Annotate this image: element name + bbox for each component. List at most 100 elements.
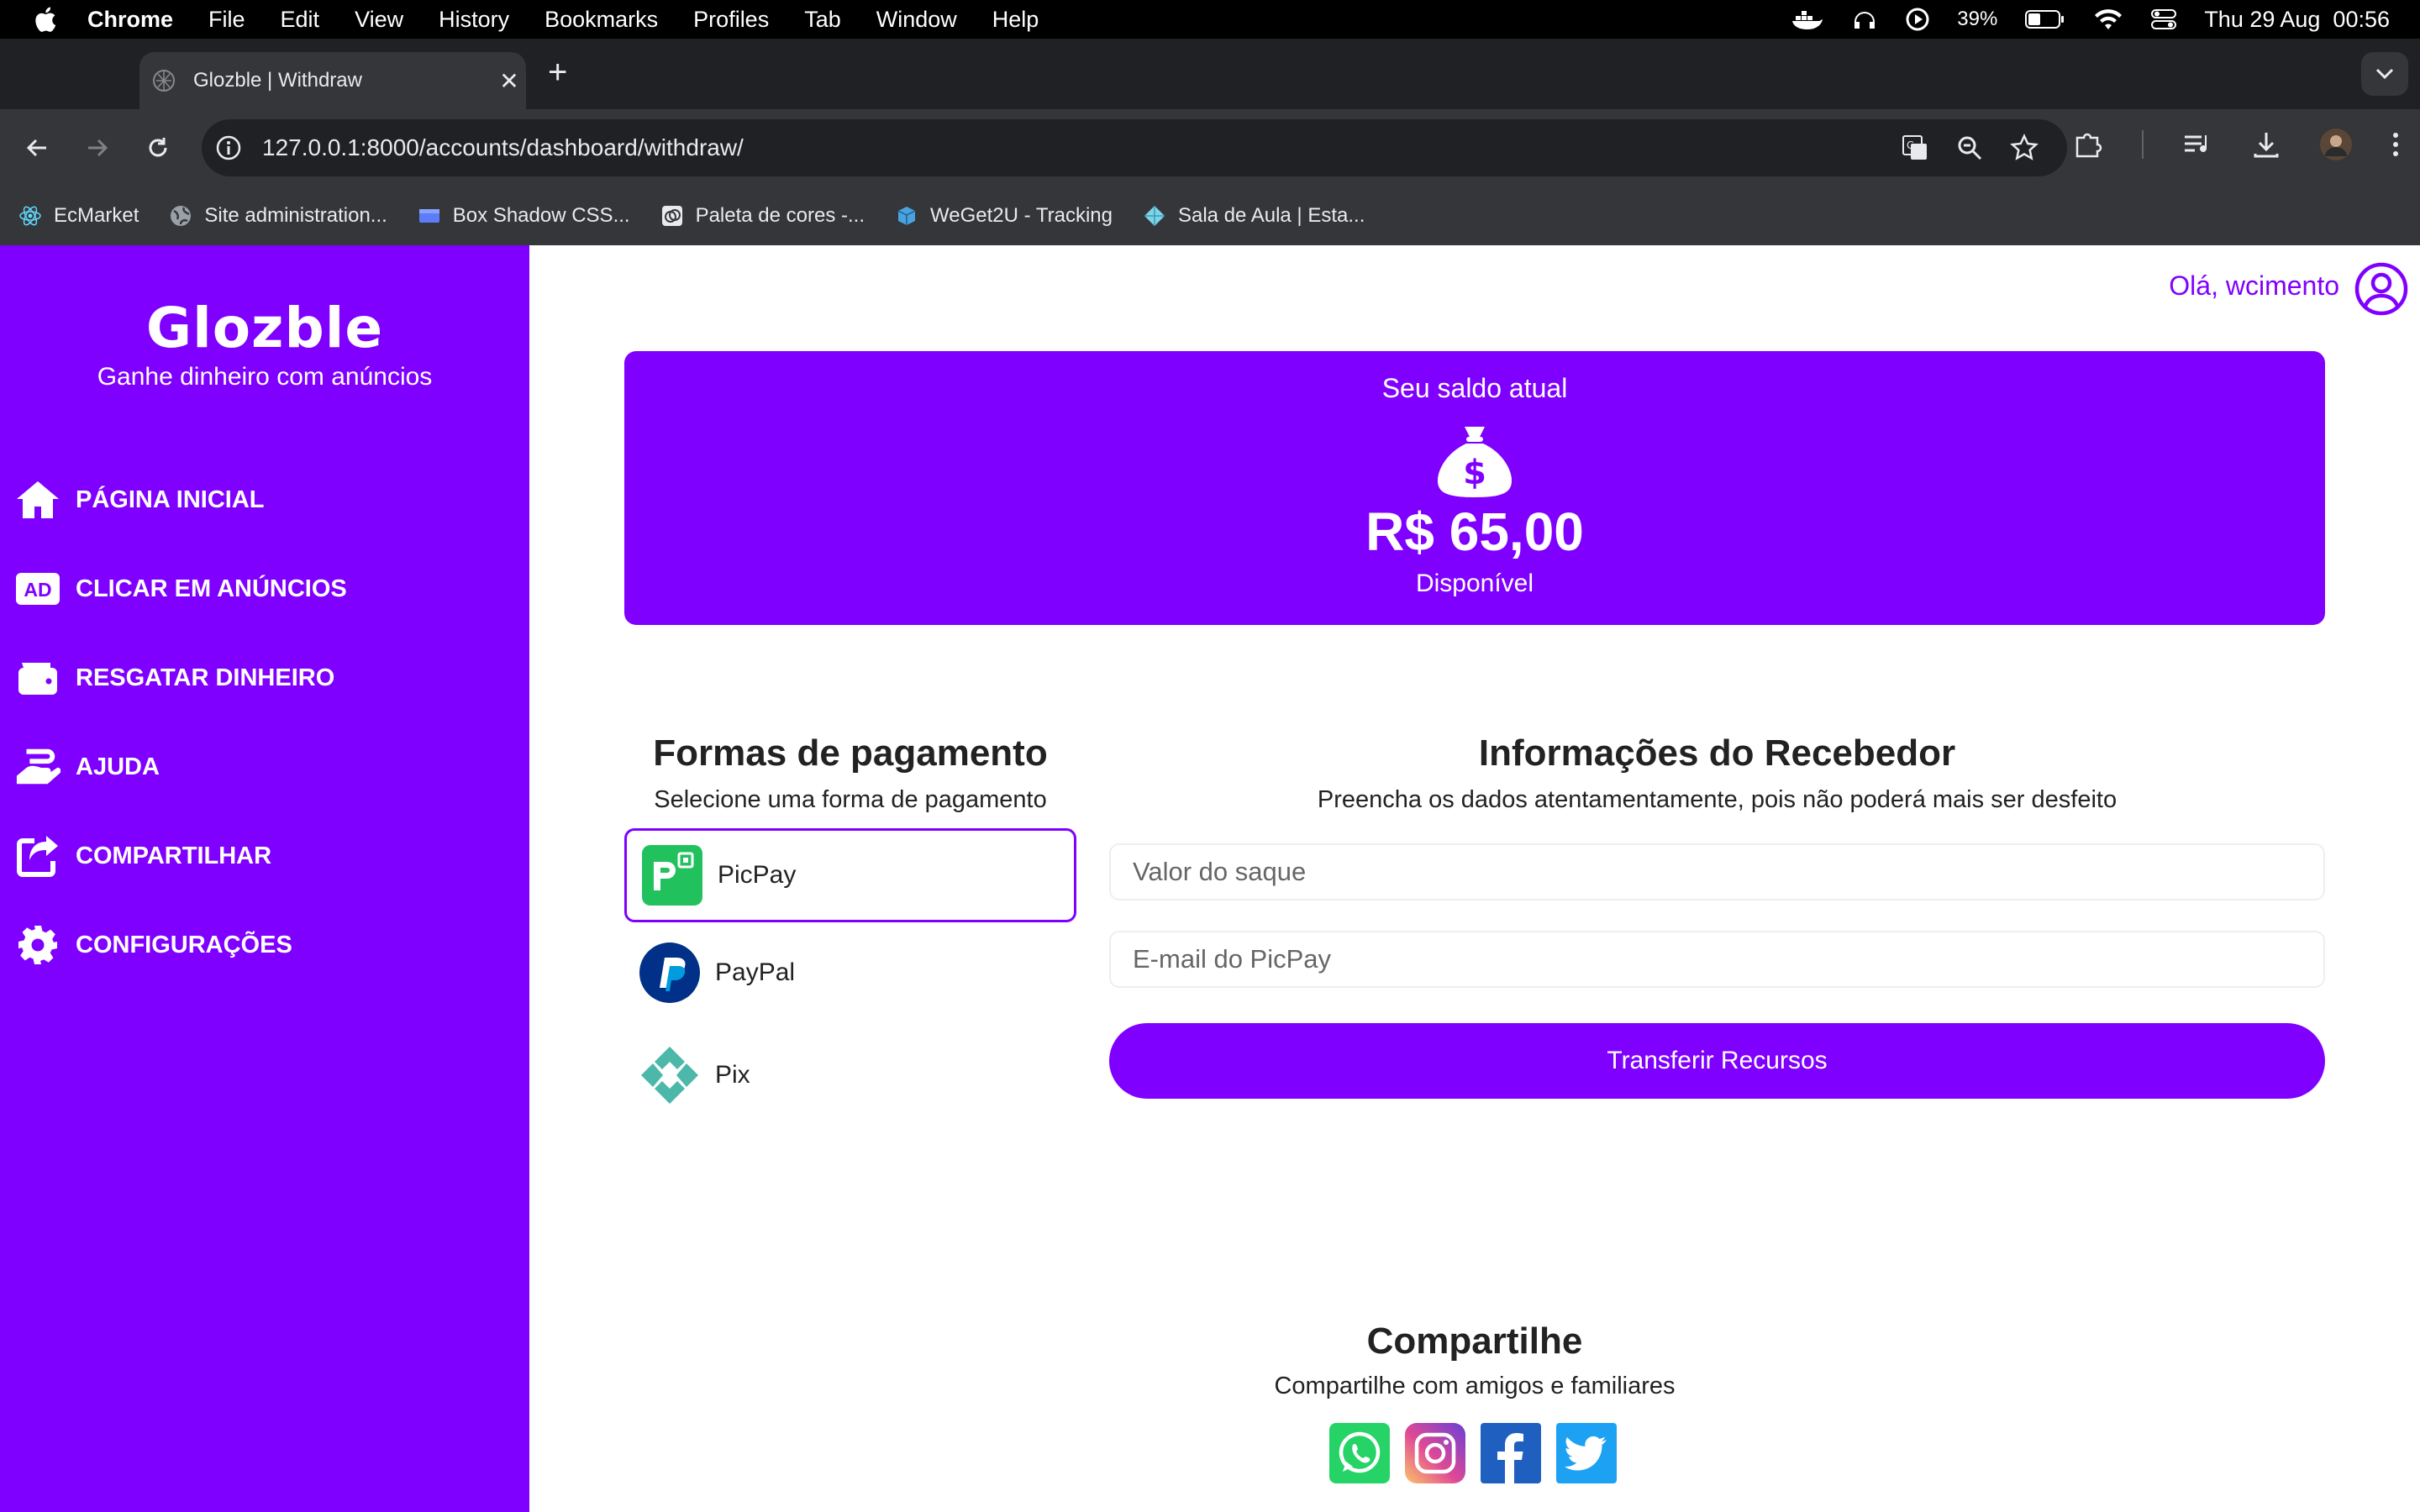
sidebar: Glozble Ganhe dinheiro com anúncios PÁGI… [0, 245, 529, 1512]
sidebar-item-label: AJUDA [76, 753, 160, 780]
arrow-right-icon [88, 139, 108, 157]
balance-status: Disponível [1415, 570, 1534, 597]
address-bar[interactable]: 127.0.0.1:8000/accounts/dashboard/withdr… [202, 119, 2067, 176]
wifi-icon[interactable] [2093, 8, 2123, 31]
extensions-icon[interactable] [2072, 129, 2102, 160]
picpay-icon [642, 845, 702, 906]
payment-option-pix[interactable]: Pix [624, 1028, 1076, 1122]
share-whatsapp-button[interactable] [1329, 1423, 1390, 1483]
bookmark-label: Site administration... [204, 204, 387, 227]
tab-search-button[interactable] [2361, 52, 2408, 96]
play-circle-icon[interactable] [1905, 7, 1930, 32]
battery-icon[interactable] [2024, 8, 2066, 30]
react-icon [19, 206, 41, 226]
reload-button[interactable] [141, 131, 175, 165]
share-instagram-button[interactable] [1405, 1423, 1465, 1483]
site-favicon-icon [153, 70, 175, 92]
battery-percent: 39% [1957, 8, 1998, 30]
new-tab-button[interactable]: + [548, 54, 567, 92]
sidebar-item-label: CLICAR EM ANÚNCIOS [76, 575, 347, 602]
sidebar-item-clicar-em-anuncios[interactable]: AD CLICAR EM ANÚNCIOS [15, 544, 347, 633]
download-icon[interactable] [2252, 130, 2281, 159]
wallet-icon [18, 663, 57, 695]
sidebar-item-label: COMPARTILHAR [76, 842, 272, 869]
bookmark-weget2u-tracking[interactable]: WeGet2U - Tracking [895, 204, 1113, 228]
chrome-menu-icon[interactable] [2391, 130, 2400, 159]
sidebar-item-ajuda[interactable]: AJUDA [15, 722, 347, 811]
toolbar-divider [2142, 130, 2144, 159]
share-facebook-button[interactable] [1481, 1423, 1541, 1483]
twitter-icon [1556, 1423, 1617, 1483]
menu-window[interactable]: Window [876, 7, 957, 33]
tab-title: Glozble | Withdraw [193, 69, 362, 92]
sidebar-item-compartilhar[interactable]: COMPARTILHAR [15, 811, 347, 900]
share-icon [17, 836, 58, 877]
menu-help[interactable]: Help [992, 7, 1039, 33]
menu-edit[interactable]: Edit [281, 7, 320, 33]
browser-tab-active[interactable]: Glozble | Withdraw ✕ [139, 52, 526, 109]
bookmark-paleta-de-cores[interactable]: Paleta de cores -... [660, 204, 865, 228]
sidebar-item-resgatar-dinheiro[interactable]: RESGATAR DINHEIRO [15, 633, 347, 722]
bookmark-label: Box Shadow CSS... [452, 204, 630, 227]
bookmark-box-shadow-css[interactable]: Box Shadow CSS... [418, 204, 630, 228]
main-content: Olá, wcimento Seu saldo atual $ R$ 65,00… [529, 245, 2420, 1512]
media-queue-icon[interactable] [2183, 132, 2213, 157]
transfer-funds-button[interactable]: Transferir Recursos [1109, 1023, 2325, 1099]
facebook-icon [1481, 1423, 1541, 1483]
menu-history[interactable]: History [439, 7, 509, 33]
menu-profiles[interactable]: Profiles [693, 7, 769, 33]
payment-option-label: Pix [715, 1061, 750, 1089]
profile-avatar-icon[interactable] [2319, 128, 2353, 161]
whatsapp-icon [1329, 1423, 1390, 1483]
site-info-icon[interactable] [215, 134, 242, 161]
tab-close-icon[interactable]: ✕ [492, 67, 526, 95]
brand-tagline: Ganhe dinheiro com anúncios [97, 363, 433, 391]
payment-option-paypal[interactable]: PayPal [624, 926, 1076, 1020]
bookmark-label: EcMarket [54, 204, 139, 227]
menu-bookmarks[interactable]: Bookmarks [544, 7, 658, 33]
payment-methods-title: Formas de pagamento [653, 732, 1048, 774]
globe-icon [171, 206, 192, 226]
bookmark-sala-de-aula[interactable]: Sala de Aula | Esta... [1143, 204, 1365, 228]
receiver-info-title: Informações do Recebedor [1478, 732, 1956, 774]
sidebar-item-pagina-inicial[interactable]: PÁGINA INICIAL [15, 455, 347, 544]
menu-app-name[interactable]: Chrome [87, 7, 173, 33]
withdraw-amount-input[interactable] [1109, 843, 2325, 900]
control-center-icon[interactable] [2150, 8, 2177, 31]
sidebar-nav: PÁGINA INICIAL AD CLICAR EM ANÚNCIOS RES… [15, 455, 347, 990]
sidebar-item-configuracoes[interactable]: CONFIGURAÇÕES [15, 900, 347, 990]
menu-tab[interactable]: Tab [804, 7, 841, 33]
back-button[interactable] [20, 131, 54, 165]
zoom-icon[interactable] [1956, 134, 1983, 161]
user-avatar-icon[interactable] [2354, 262, 2408, 316]
share-twitter-button[interactable] [1556, 1423, 1617, 1483]
balance-amount: R$ 65,00 [1365, 501, 1584, 562]
bookmark-star-icon[interactable] [2010, 134, 2039, 162]
headphones-icon[interactable] [1851, 7, 1878, 32]
docker-icon[interactable] [1791, 8, 1824, 31]
forward-button[interactable] [81, 131, 114, 165]
brand-logo[interactable]: Glozble [0, 296, 529, 360]
pix-icon [641, 1047, 698, 1104]
home-icon [17, 481, 59, 518]
apple-icon[interactable] [32, 5, 57, 34]
bookmark-label: WeGet2U - Tracking [930, 204, 1113, 227]
user-greeting[interactable]: Olá, wcimento [2169, 270, 2339, 302]
payment-methods-subtitle: Selecione uma forma de pagamento [654, 786, 1047, 813]
bookmark-site-administration[interactable]: Site administration... [169, 204, 387, 228]
paypal-icon [639, 942, 700, 1003]
balance-label: Seu saldo atual [1381, 373, 1568, 403]
address-url[interactable]: 127.0.0.1:8000/accounts/dashboard/withdr… [262, 134, 1901, 161]
money-bag-icon: $ [1438, 427, 1512, 497]
bookmark-ecmarket[interactable]: EcMarket [18, 204, 139, 228]
payment-option-label: PicPay [718, 861, 797, 889]
translate-icon[interactable]: G [1901, 134, 1929, 162]
menubar-clock[interactable]: Thu 29 Aug 00:56 [2204, 7, 2390, 33]
ad-icon-text: AD [24, 579, 51, 601]
payment-option-picpay[interactable]: PicPay [624, 828, 1076, 922]
picpay-email-input[interactable] [1109, 931, 2325, 988]
menu-view[interactable]: View [355, 7, 403, 33]
bookmark-label: Paleta de cores -... [695, 204, 865, 227]
box-icon [418, 209, 439, 223]
menu-file[interactable]: File [208, 7, 245, 33]
